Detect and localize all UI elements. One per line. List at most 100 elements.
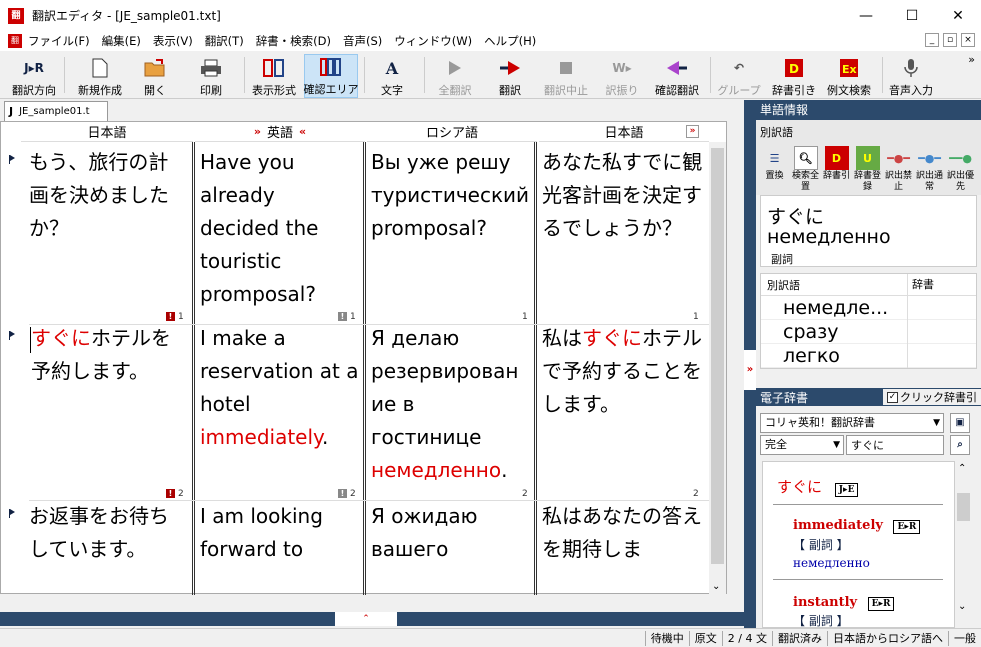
output-priority-tool[interactable]: ━━● 訳出優先 — [946, 146, 975, 193]
toolbar-overflow-button[interactable]: » — [968, 53, 975, 66]
source-cell[interactable]: すぐにホテルを予約します。 — [31, 322, 187, 388]
menu-window[interactable]: ウィンドウ(W) — [388, 33, 478, 49]
stop-button[interactable]: 翻訳中止 — [540, 54, 592, 98]
menu-edit[interactable]: 編集(E) — [96, 33, 147, 49]
confirm-area-button[interactable]: 確認エリア — [304, 54, 359, 98]
translate-button[interactable]: 翻訳 — [490, 54, 530, 98]
confirm-translate-button[interactable]: 確認翻訳 — [650, 54, 704, 98]
translation-editor[interactable]: 日本語 » 英語 « ロシア語 日本語 » もう、旅行の計画を決めましたか？ H… — [0, 121, 727, 595]
menu-view[interactable]: 表示(V) — [147, 33, 199, 49]
font-button[interactable]: A 文字 — [372, 54, 412, 98]
voice-input-button[interactable]: 音声入力 — [886, 54, 936, 98]
group-button[interactable]: ↶ グループ — [714, 54, 764, 98]
column-divider[interactable] — [192, 142, 195, 595]
match-mode-select[interactable]: 完全 ▼ — [760, 435, 844, 455]
expand-up-icon[interactable]: ⌃ — [335, 612, 397, 626]
column-header-japanese[interactable]: 日本語 — [21, 122, 193, 142]
word-tools: ☰ 置換 🔍︎ 検索全置 D 辞書引 U 辞書登録 ━●━ 訳出禁止 ━●━ 訳出通常 ━━… — [756, 144, 981, 195]
row-marker-flag — [9, 509, 15, 518]
dict-register-tool[interactable]: U 辞書登録 — [853, 146, 882, 193]
dictionary-search-input[interactable] — [846, 435, 944, 455]
menu-voice[interactable]: 音声(S) — [337, 33, 388, 49]
dict-lookup-tool[interactable]: D 辞書引 — [822, 146, 851, 193]
editor-scrollbar[interactable]: ⌄ — [709, 142, 726, 594]
column-expand-button[interactable]: » — [686, 125, 699, 138]
mdi-minimize-button[interactable]: _ — [925, 33, 939, 47]
replace-tool[interactable]: ☰ 置換 — [760, 146, 789, 193]
dictionary-scrollbar[interactable]: ⌃ ⌄ — [955, 461, 972, 628]
dict-entry-english[interactable]: immediately E▸R — [793, 518, 921, 534]
english-cell[interactable]: I am looking forward to — [200, 500, 360, 566]
russian-cell[interactable]: Я ожидаю вашего — [371, 500, 531, 566]
dict-entry-translation[interactable]: немедленно — [793, 556, 870, 570]
menu-help[interactable]: ヘルプ(H) — [478, 33, 542, 49]
je-tag: J▸E — [834, 483, 859, 497]
click-lookup-checkbox[interactable]: ✓ クリック辞書引 — [883, 389, 981, 405]
menu-file[interactable]: ファイル(F) — [22, 33, 96, 49]
output-forbid-tool[interactable]: ━●━ 訳出禁止 — [884, 146, 913, 193]
alternative-row[interactable]: сразу — [761, 319, 976, 344]
english-cell[interactable]: Have you already decided the touristic p… — [200, 146, 360, 311]
column-header-japanese-back[interactable]: 日本語 » — [539, 122, 709, 142]
app-icon: 翻 — [8, 7, 24, 24]
row-number: ! 2 — [338, 489, 356, 499]
chevron-down-icon: ▼ — [833, 440, 840, 450]
expand-left-arrow[interactable]: » — [254, 125, 261, 138]
ruby-button[interactable]: W▸ 訳振り — [602, 54, 642, 98]
row-number: 2 — [522, 489, 528, 499]
selected-word-translation: немедленно — [767, 226, 891, 248]
bottom-splitter[interactable]: ⌃ — [0, 612, 745, 626]
dictionary-settings-button[interactable]: ▣ — [950, 413, 970, 433]
direction-button[interactable]: J▸R 翻訳方向 — [8, 54, 60, 98]
svg-text:D: D — [789, 62, 799, 76]
new-button[interactable]: 新規作成 — [74, 54, 126, 98]
russian-cell[interactable]: Вы уже решу туристический promposal? — [371, 146, 531, 245]
close-button[interactable]: ✕ — [935, 0, 981, 31]
minimize-button[interactable]: — — [843, 0, 889, 31]
view-format-button[interactable]: 表示形式 — [248, 54, 300, 98]
russian-cell[interactable]: Я делаю резервирован ие в гостинице неме… — [371, 322, 531, 487]
doc-icon[interactable]: 翻 — [8, 34, 22, 48]
dictionary-icon: D — [783, 57, 805, 79]
word-info-title: 単語情報 — [756, 100, 981, 120]
column-divider[interactable] — [534, 142, 537, 595]
column-header-russian[interactable]: ロシア語 — [367, 122, 537, 142]
chevron-down-icon[interactable]: ⌄ — [712, 581, 720, 592]
row-number: 1 — [522, 312, 528, 322]
collapse-right-arrow[interactable]: « — [299, 125, 306, 138]
binoculars-search-button[interactable]: ⌕ — [950, 435, 970, 455]
scroll-thumb[interactable] — [711, 148, 724, 564]
alternative-row[interactable]: немедле... — [761, 295, 976, 320]
alternative-row[interactable]: легко — [761, 343, 976, 368]
dict-lookup-button[interactable]: D 辞書引き — [770, 54, 818, 98]
open-button[interactable]: 開く — [132, 54, 178, 98]
dict-entry-pos: 【 副詞 】 — [793, 538, 849, 552]
new-document-icon — [89, 57, 111, 79]
dictionary-select[interactable]: コリャ英和！翻訳辞書 ▼ — [760, 413, 944, 433]
status-bar: 待機中 原文 2 / 4 文 翻訳済み 日本語からロシア語へ 一般 — [0, 628, 981, 647]
back-translation-cell[interactable]: 私はあなたの答えを期待しま — [542, 500, 704, 566]
status-field: 一般 — [948, 630, 981, 646]
search-replace-all-tool[interactable]: 🔍︎ 検索全置 — [791, 146, 820, 193]
maximize-button[interactable]: ☐ — [889, 0, 935, 31]
back-translation-cell[interactable]: 私はすぐにホテルで予約することをします。 — [542, 322, 704, 421]
mdi-restore-button[interactable]: ▫ — [943, 33, 957, 47]
english-cell[interactable]: I make a reservation at a hotel immediat… — [200, 322, 360, 454]
output-normal-tool[interactable]: ━●━ 訳出通常 — [915, 146, 944, 193]
print-button[interactable]: 印刷 — [188, 54, 234, 98]
dictionary-results[interactable]: すぐに J▸E immediately E▸R 【 副詞 】 немедленн… — [762, 461, 955, 628]
mdi-close-button[interactable]: × — [961, 33, 975, 47]
source-cell[interactable]: お返事をお待ちしています。 — [29, 500, 187, 566]
japanese-doc-icon: J — [9, 105, 14, 118]
document-tab[interactable]: J JE_sample01.t — [4, 101, 108, 121]
dict-entry-english[interactable]: instantly E▸R — [793, 595, 895, 611]
source-cell[interactable]: もう、旅行の計画を決めましたか？ — [29, 146, 187, 245]
expand-right-icon[interactable]: » — [744, 350, 756, 390]
back-translation-cell[interactable]: あなた私すでに観光客計画を決定するでしょうか？ — [542, 146, 704, 245]
column-header-english[interactable]: » 英語 « — [195, 122, 365, 142]
menu-translate[interactable]: 翻訳(T) — [199, 33, 250, 49]
example-search-button[interactable]: Ex 例文検索 — [822, 54, 876, 98]
translate-all-button[interactable]: 全翻訳 — [434, 54, 476, 98]
vertical-splitter[interactable]: » — [744, 100, 756, 628]
menu-dictionary[interactable]: 辞書・検索(D) — [250, 33, 337, 49]
